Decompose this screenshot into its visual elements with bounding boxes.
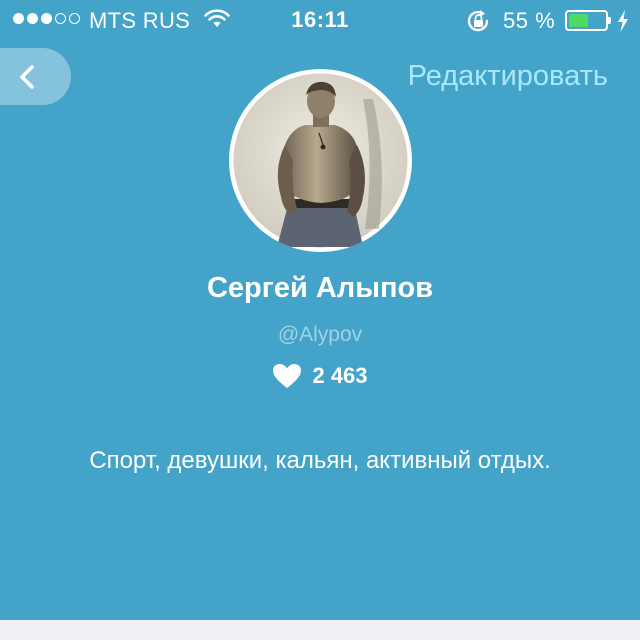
battery-tip <box>608 17 611 24</box>
rotation-lock-icon <box>467 10 489 32</box>
profile-photo <box>233 73 408 248</box>
battery-level <box>569 14 588 27</box>
heart-icon <box>273 364 302 388</box>
likes-counter: 2 463 <box>0 363 640 389</box>
edit-profile-link[interactable]: Редактировать <box>408 60 608 93</box>
profile-username: @Alypov <box>277 323 363 346</box>
likes-count: 2 463 <box>312 363 368 388</box>
back-button[interactable] <box>0 48 71 105</box>
profile-bio: Спорт, девушки, кальян, активный отдых. <box>89 447 551 474</box>
battery-icon <box>565 10 611 31</box>
bottom-panel <box>0 620 640 640</box>
avatar[interactable] <box>229 69 412 252</box>
profile-name: Сергей Алыпов <box>206 272 434 304</box>
status-bar: MTS RUS 16:11 55 % <box>0 0 640 40</box>
charging-bolt-icon <box>618 10 628 32</box>
chevron-left-icon <box>20 64 34 89</box>
battery-percent: 55 % <box>503 8 556 33</box>
